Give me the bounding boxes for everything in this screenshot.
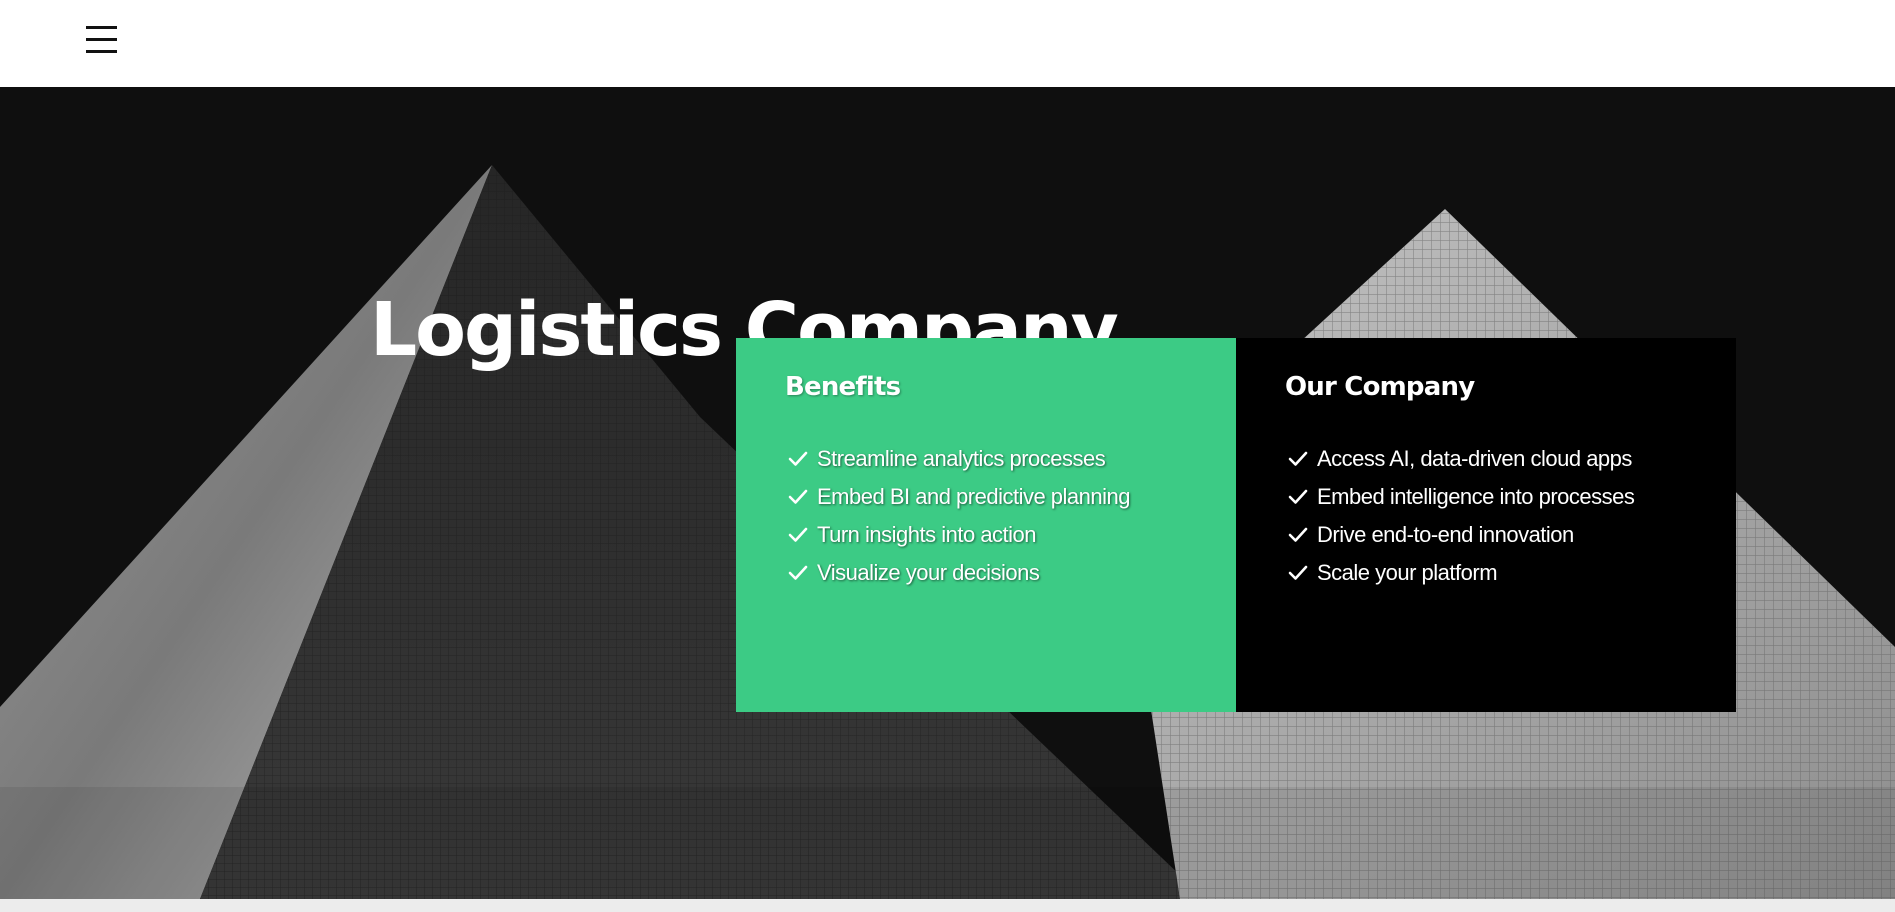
check-icon [1288, 451, 1308, 466]
page-bottom-strip [0, 899, 1895, 912]
list-item-label: Access AI, data-driven cloud apps [1317, 446, 1632, 471]
check-icon [1288, 565, 1308, 580]
list-item-label: Embed intelligence into processes [1317, 484, 1635, 509]
benefits-panel: Benefits Streamline analytics processes … [736, 338, 1236, 712]
check-icon [1288, 527, 1308, 542]
our-company-panel: Our Company Access AI, data-driven cloud… [1236, 338, 1736, 712]
check-icon [788, 451, 808, 466]
list-item: Scale your platform [1285, 554, 1736, 592]
benefits-list: Streamline analytics processes Embed BI … [785, 440, 1236, 592]
list-item-label: Turn insights into action [817, 522, 1037, 547]
check-icon [788, 527, 808, 542]
list-item: Access AI, data-driven cloud apps [1285, 440, 1736, 478]
our-company-list: Access AI, data-driven cloud apps Embed … [1285, 440, 1736, 592]
panel-title-benefits: Benefits [785, 372, 901, 402]
list-item: Embed BI and predictive planning [785, 478, 1236, 516]
list-item-label: Streamline analytics processes [817, 446, 1106, 471]
check-icon [1288, 489, 1308, 504]
check-icon [788, 565, 808, 580]
hamburger-menu-icon[interactable] [86, 26, 117, 54]
list-item-label: Embed BI and predictive planning [817, 484, 1131, 509]
top-navigation-bar [0, 0, 1895, 87]
list-item: Embed intelligence into processes [1285, 478, 1736, 516]
list-item: Streamline analytics processes [785, 440, 1236, 478]
check-icon [788, 489, 808, 504]
list-item: Turn insights into action [785, 516, 1236, 554]
list-item: Drive end-to-end innovation [1285, 516, 1736, 554]
list-item-label: Visualize your decisions [817, 560, 1040, 585]
list-item-label: Scale your platform [1317, 560, 1498, 585]
panel-title-our-company: Our Company [1285, 372, 1475, 402]
list-item-label: Drive end-to-end innovation [1317, 522, 1574, 547]
list-item: Visualize your decisions [785, 554, 1236, 592]
